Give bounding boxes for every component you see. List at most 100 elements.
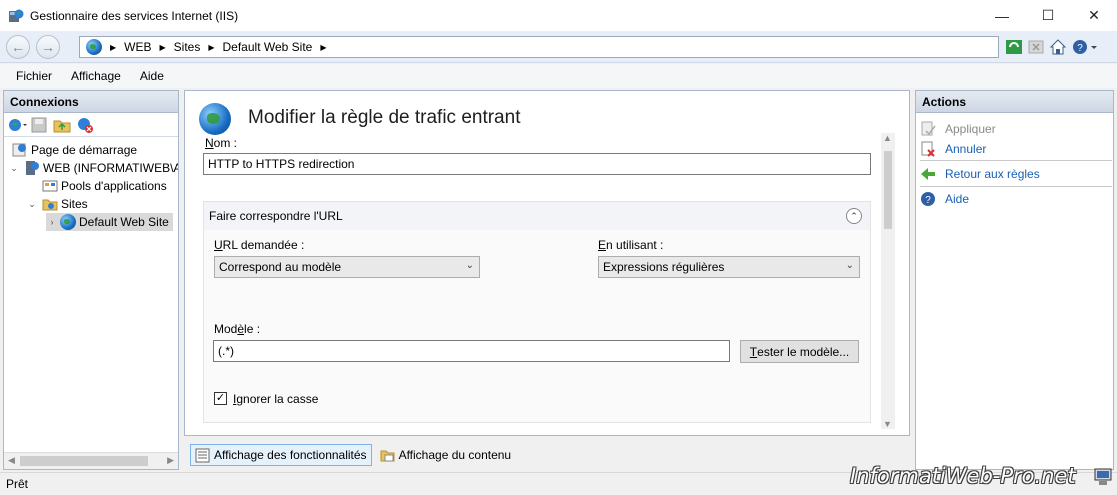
refresh-icon[interactable] [1005, 38, 1023, 56]
rule-editor-panel: Modifier la règle de trafic entrant Nom … [184, 90, 910, 436]
rule-name-input[interactable]: HTTP to HTTPS redirection [203, 153, 871, 175]
stop-icon[interactable] [1027, 38, 1045, 56]
tab-label: Affichage des fonctionnalités [214, 448, 367, 462]
maximize-button[interactable]: ☐ [1025, 0, 1071, 31]
back-arrow-icon [920, 166, 936, 182]
breadcrumb-arrow-icon[interactable]: ▶ [320, 43, 326, 52]
connections-tree: Page de démarrage ⌄ WEB (INFORMATIWEB\A … [4, 137, 178, 447]
tab-content-view[interactable]: Affichage du contenu [376, 444, 516, 466]
globe-icon [86, 39, 102, 55]
test-pattern-button[interactable]: Tester le modèle... [740, 340, 859, 363]
ignore-case-label: Ignorer la casse [233, 392, 319, 406]
requested-url-label: URL demandée : [214, 238, 305, 252]
vertical-scrollbar[interactable]: ▲ ▼ [881, 133, 895, 429]
tree-item-label: Pools d'applications [61, 179, 167, 193]
cancel-icon [920, 141, 936, 157]
close-button[interactable]: ✕ [1071, 0, 1117, 31]
content-view-icon [380, 448, 395, 463]
connections-title: Connexions [4, 91, 178, 113]
breadcrumb-arrow-icon: ▶ [208, 42, 215, 52]
menu-help[interactable]: Aide [140, 69, 164, 83]
address-toolbar: ← → ▶ WEB ▶ Sites ▶ Default Web Site ▶ ? [0, 31, 1117, 63]
tab-label: Affichage du contenu [398, 448, 512, 462]
tree-item-label: Sites [61, 197, 88, 211]
tree-item-label: Default Web Site [79, 215, 169, 229]
page-title: Modifier la règle de trafic entrant [248, 107, 521, 128]
watermark-logo: InformatiWeb-Pro.net [850, 464, 1076, 488]
server-icon [24, 160, 40, 176]
tree-item-default-web-site[interactable]: › Default Web Site [46, 213, 173, 231]
horizontal-scrollbar[interactable]: ◀ ▶ [4, 452, 178, 469]
computer-icon [1093, 468, 1113, 486]
help-dropdown-icon[interactable]: ? [1071, 38, 1097, 56]
title-bar: Gestionnaire des services Internet (IIS)… [0, 0, 1117, 31]
ignore-case-checkbox[interactable]: ✓ [214, 392, 227, 405]
menu-view[interactable]: Affichage [71, 69, 121, 83]
actions-divider [920, 160, 1112, 161]
requested-url-select[interactable]: Correspond au modèle ⌄ [214, 256, 480, 278]
scroll-right-icon[interactable]: ▶ [167, 455, 174, 466]
pattern-label: Modèle : [214, 322, 261, 336]
tree-item-start-page[interactable]: Page de démarrage [12, 141, 137, 159]
chevron-down-icon: ⌄ [465, 260, 474, 271]
scrollbar-thumb[interactable] [884, 151, 892, 229]
section-title: Faire correspondre l'URL [204, 202, 870, 230]
breadcrumb-default-web-site[interactable]: Default Web Site [223, 40, 313, 54]
url-rewrite-globe-icon [199, 103, 231, 135]
start-page-icon [12, 142, 28, 158]
pattern-input[interactable]: (.*) [213, 340, 730, 362]
connect-icon[interactable] [7, 116, 27, 134]
actions-title: Actions [916, 91, 1113, 113]
match-url-section: Faire correspondre l'URL ⌃ URL demandée … [203, 201, 871, 423]
breadcrumb-arrow-icon: ▶ [159, 42, 166, 52]
minimize-button[interactable]: — [979, 0, 1025, 31]
app-pools-icon [42, 178, 58, 194]
website-globe-icon [60, 214, 76, 230]
tree-item-sites[interactable]: ⌄ Sites [26, 195, 88, 213]
scroll-down-icon[interactable]: ▼ [883, 419, 892, 429]
features-view-icon [195, 448, 210, 463]
window-title: Gestionnaire des services Internet (IIS) [30, 8, 239, 23]
actions-divider [920, 186, 1112, 187]
breadcrumb-arrow-icon: ▶ [110, 42, 117, 52]
iis-app-icon [8, 8, 24, 24]
using-select[interactable]: Expressions régulières ⌄ [598, 256, 860, 278]
sites-folder-icon [42, 196, 58, 212]
scroll-left-icon[interactable]: ◀ [8, 455, 15, 466]
status-text: Prêt [6, 477, 29, 491]
tree-item-app-pools[interactable]: Pools d'applications [42, 177, 167, 195]
name-label: Nom : [205, 136, 238, 150]
action-apply[interactable]: Appliquer [920, 120, 996, 138]
action-help[interactable]: ? Aide [920, 190, 969, 208]
breadcrumb-sites[interactable]: Sites [174, 40, 201, 54]
breadcrumb-web[interactable]: WEB [124, 40, 151, 54]
tab-features-view[interactable]: Affichage des fonctionnalités [190, 444, 372, 466]
up-folder-icon[interactable] [53, 116, 71, 134]
expand-arrow-icon[interactable]: › [46, 217, 58, 227]
disconnect-icon[interactable] [76, 116, 94, 134]
help-icon: ? [920, 191, 936, 207]
action-cancel[interactable]: Annuler [920, 140, 986, 158]
save-icon[interactable] [30, 116, 48, 134]
action-back-to-rules[interactable]: Retour aux règles [920, 165, 1040, 183]
collapse-section-icon[interactable]: ⌃ [846, 208, 862, 224]
actions-panel: Actions Appliquer Annuler Retour aux règ… [915, 90, 1114, 470]
connections-panel: Connexions Page de démarrage ⌄ WEB (INFO… [3, 90, 179, 470]
address-bar[interactable]: ▶ WEB ▶ Sites ▶ Default Web Site ▶ [79, 36, 999, 58]
collapse-arrow-icon[interactable]: ⌄ [8, 163, 20, 174]
menu-bar: Fichier Affichage Aide [0, 64, 1117, 88]
menu-file[interactable]: Fichier [16, 69, 52, 83]
chevron-down-icon: ⌄ [845, 260, 854, 271]
tree-item-label: Page de démarrage [31, 143, 138, 157]
collapse-arrow-icon[interactable]: ⌄ [26, 199, 38, 210]
view-tabs: Affichage des fonctionnalités Affichage … [184, 444, 515, 468]
tree-item-server[interactable]: ⌄ WEB (INFORMATIWEB\A [8, 159, 178, 177]
tree-item-label: WEB (INFORMATIWEB\A [43, 161, 178, 175]
svg-text:?: ? [925, 195, 931, 206]
home-icon[interactable] [1049, 38, 1067, 56]
scrollbar-thumb[interactable] [20, 456, 148, 466]
forward-button[interactable]: → [36, 35, 60, 59]
scroll-up-icon[interactable]: ▲ [883, 133, 892, 143]
back-button[interactable]: ← [6, 35, 30, 59]
apply-icon [920, 121, 936, 137]
